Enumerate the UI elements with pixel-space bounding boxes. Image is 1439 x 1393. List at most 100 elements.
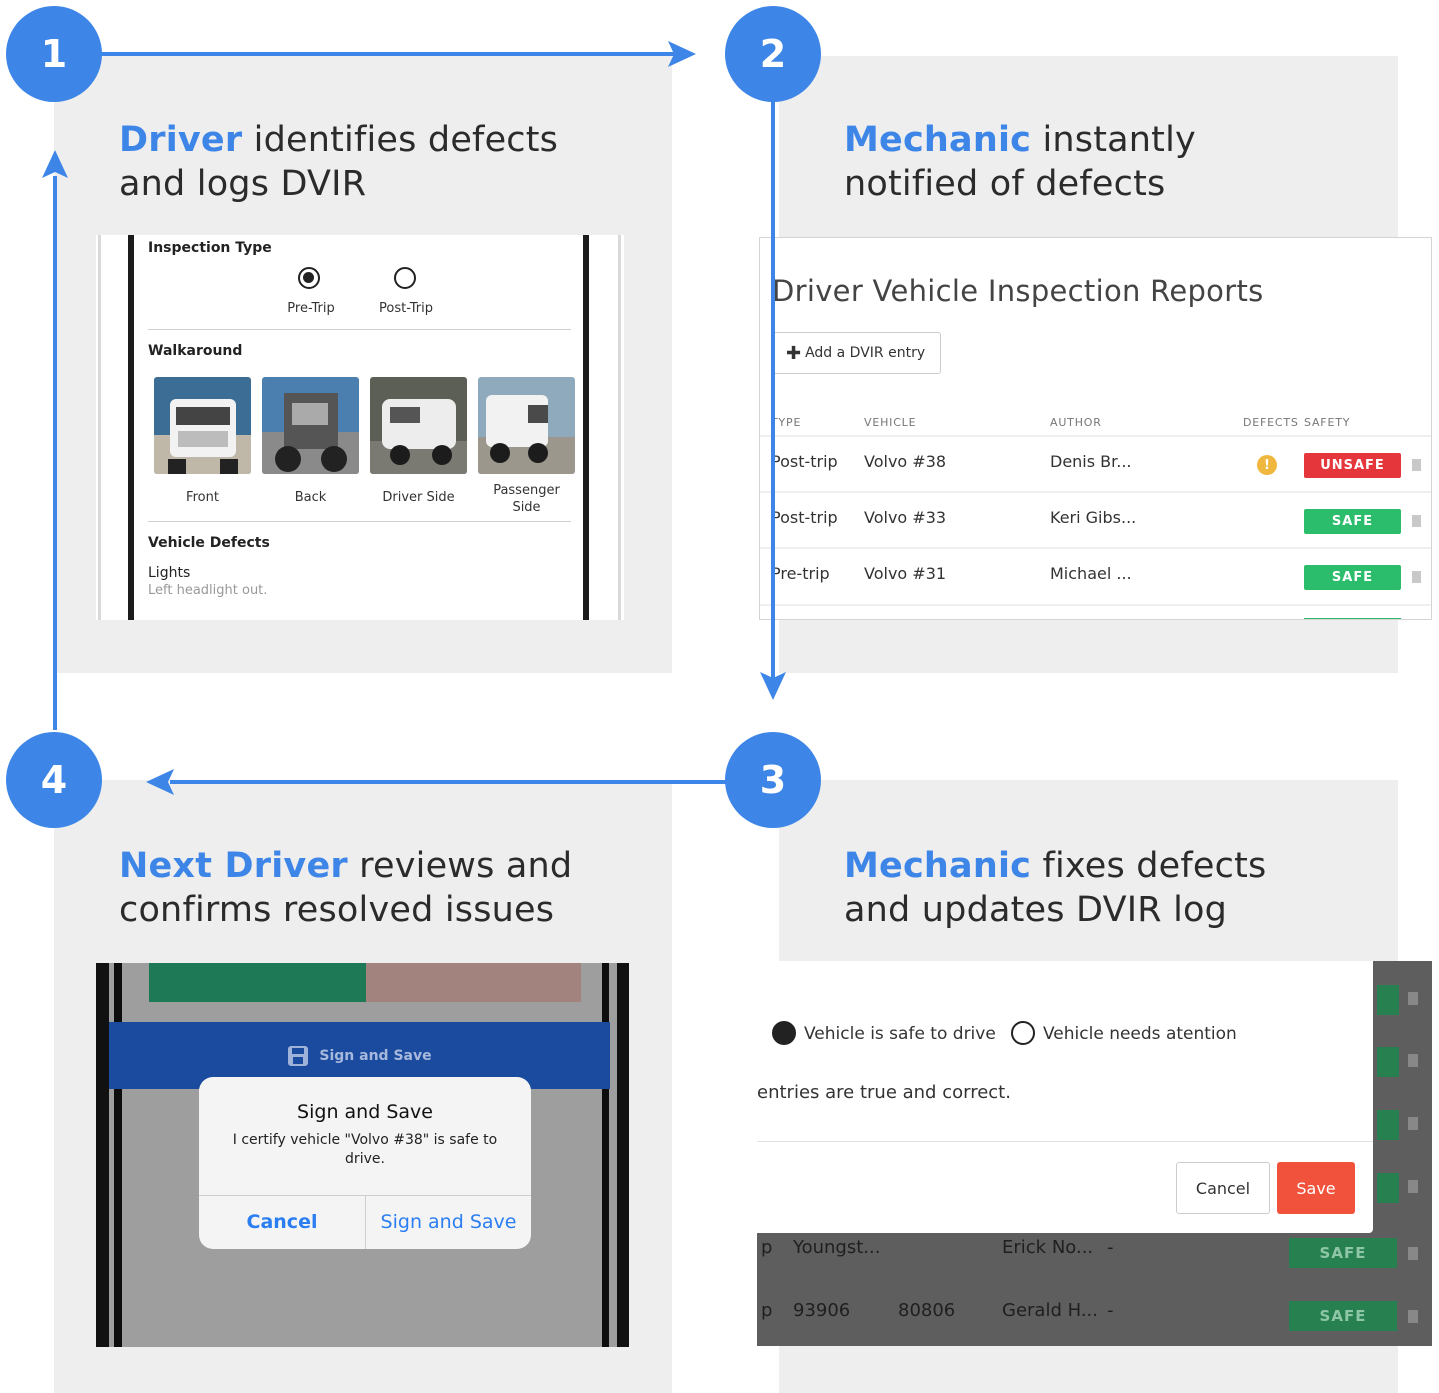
safe-to-drive-label: Vehicle is safe to drive: [804, 1024, 996, 1044]
row-divider: [760, 491, 1431, 493]
row-1-type: Post-trip: [771, 452, 838, 471]
row-3-vehicle: Volvo #31: [864, 564, 947, 583]
arrowhead-up-icon: [42, 150, 68, 178]
step-3-line2: and updates DVIR log: [844, 890, 1228, 930]
bg-badge-fragment: [1377, 1047, 1399, 1077]
step-3-text: fixes defects: [1031, 846, 1267, 886]
alert-sign-and-save-button[interactable]: Sign and Save: [366, 1195, 531, 1249]
dvir-title: Driver Vehicle Inspection Reports: [772, 274, 1264, 308]
row-2-type: Post-trip: [771, 508, 838, 527]
document-icon: [1408, 1310, 1418, 1323]
photo-label-passenger-side: Passenger Side: [493, 483, 560, 515]
sign-and-save-bar-label: Sign and Save: [319, 1047, 432, 1064]
walkaround-title: Walkaround: [148, 343, 243, 359]
status-green-block: [149, 963, 366, 1002]
phone-bezel-right: [583, 235, 589, 620]
row-divider: [760, 435, 1431, 437]
photo-driver-side[interactable]: [370, 377, 467, 474]
photo-passenger-side[interactable]: [478, 377, 575, 474]
step-4-heading: Next Driver reviews and confirms resolve…: [119, 844, 572, 932]
needs-attention-label: Vehicle needs atention: [1043, 1024, 1237, 1044]
row-1-author: Denis Br...: [1050, 452, 1132, 471]
document-icon: [1408, 1180, 1418, 1193]
arrowhead-down-icon: [760, 672, 786, 700]
alert-title: Sign and Save: [297, 1101, 433, 1123]
step-1-text: identifies defects: [242, 120, 559, 160]
next-driver-phone-screen: Sign and Save Sign and Save I certify ve…: [96, 963, 629, 1347]
connector-3-to-4: [170, 780, 728, 784]
safe-badge[interactable]: SAFE: [1304, 509, 1401, 534]
plus-icon: ✚: [786, 342, 802, 364]
bg-row-1-col4: Erick No...: [1002, 1237, 1094, 1258]
phone-frame-left: [98, 235, 101, 620]
pre-trip-radio[interactable]: [298, 267, 320, 289]
partial-badge: [1304, 618, 1401, 619]
connector-1-to-2: [100, 52, 675, 56]
post-trip-radio[interactable]: [394, 267, 416, 289]
bg-row-2-col4: Gerald H...: [1002, 1300, 1098, 1321]
step-2-heading: Mechanic instantly notified of defects: [844, 118, 1196, 206]
pre-trip-label: Pre-Trip: [287, 301, 335, 316]
photo-label-driver-side: Driver Side: [382, 490, 455, 505]
step-1-highlight: Driver: [119, 120, 243, 160]
needs-attention-radio[interactable]: [1011, 1021, 1035, 1045]
phone-frame-right: [602, 963, 609, 1347]
phone-bezel-left: [96, 963, 109, 1347]
phone-frame-right: [618, 235, 621, 620]
photo-label-back: Back: [294, 490, 327, 505]
connector-2-to-3: [771, 100, 775, 680]
document-icon[interactable]: [1412, 515, 1421, 527]
step-number-4: 4: [6, 732, 102, 828]
status-red-block: [366, 963, 581, 1002]
document-icon: [1408, 1247, 1418, 1260]
defect-warning-icon: !: [1257, 455, 1277, 475]
row-3-author: Michael ...: [1050, 564, 1132, 583]
save-icon: [288, 1045, 309, 1066]
driver-phone-screen: Inspection Type Pre-Trip Post-Trip Walka…: [96, 235, 624, 620]
save-button[interactable]: Save: [1277, 1162, 1355, 1214]
add-dvir-button[interactable]: ✚ Add a DVIR entry: [771, 332, 941, 374]
confirm-alert-dialog: Sign and Save I certify vehicle "Volvo #…: [199, 1077, 531, 1249]
step-1-line2: and logs DVIR: [119, 164, 367, 204]
safe-to-drive-radio[interactable]: [772, 1021, 796, 1045]
step-number-1: 1: [6, 6, 102, 102]
step-4-highlight: Next Driver: [119, 846, 348, 886]
document-icon[interactable]: [1412, 571, 1421, 583]
step-2-line2: notified of defects: [844, 164, 1166, 204]
step-2-highlight: Mechanic: [844, 120, 1032, 160]
photo-label-front: Front: [186, 490, 219, 505]
bg-badge-fragment: [1377, 1110, 1399, 1140]
document-icon[interactable]: [1412, 459, 1421, 471]
bg-row-1-col5: -: [1107, 1237, 1114, 1258]
defect-note: Left headlight out.: [148, 583, 268, 598]
add-dvir-label: Add a DVIR entry: [805, 345, 926, 361]
phone-bezel-right: [617, 963, 629, 1347]
safe-badge[interactable]: SAFE: [1304, 565, 1401, 590]
bg-row-2-col1: p: [761, 1300, 773, 1321]
photo-front[interactable]: [154, 377, 251, 474]
row-1-vehicle: Volvo #38: [864, 452, 947, 471]
row-2-author: Keri Gibs...: [1050, 508, 1137, 527]
bg-badge-fragment: [1377, 1173, 1399, 1203]
vehicle-defects-title: Vehicle Defects: [148, 535, 270, 551]
alert-body: I certify vehicle "Volvo #38" is safe to…: [232, 1132, 498, 1167]
unsafe-badge[interactable]: UNSAFE: [1304, 453, 1401, 478]
step-2-text: instantly: [1031, 120, 1196, 160]
divider: [757, 1141, 1373, 1142]
arrowhead-left-icon: [146, 769, 174, 795]
step-4-line2: confirms resolved issues: [119, 890, 555, 930]
row-3-type: Pre-trip: [771, 564, 830, 583]
cancel-button[interactable]: Cancel: [1176, 1162, 1270, 1214]
phone-frame-left: [114, 963, 122, 1347]
dvir-report-card: Driver Vehicle Inspection Reports ✚ Add a…: [759, 237, 1432, 620]
bg-row-1-col2: Youngst...: [793, 1237, 881, 1258]
divider: [148, 329, 571, 330]
row-divider: [760, 547, 1431, 549]
photo-back[interactable]: [262, 377, 359, 474]
header-type: TYPE: [771, 416, 802, 429]
header-author: AUTHOR: [1050, 416, 1102, 429]
mechanic-update-screen: Vehicle is safe to drive Vehicle needs a…: [757, 961, 1432, 1346]
alert-cancel-button[interactable]: Cancel: [199, 1195, 365, 1249]
inspection-type-title: Inspection Type: [148, 240, 272, 256]
document-icon: [1408, 992, 1418, 1005]
